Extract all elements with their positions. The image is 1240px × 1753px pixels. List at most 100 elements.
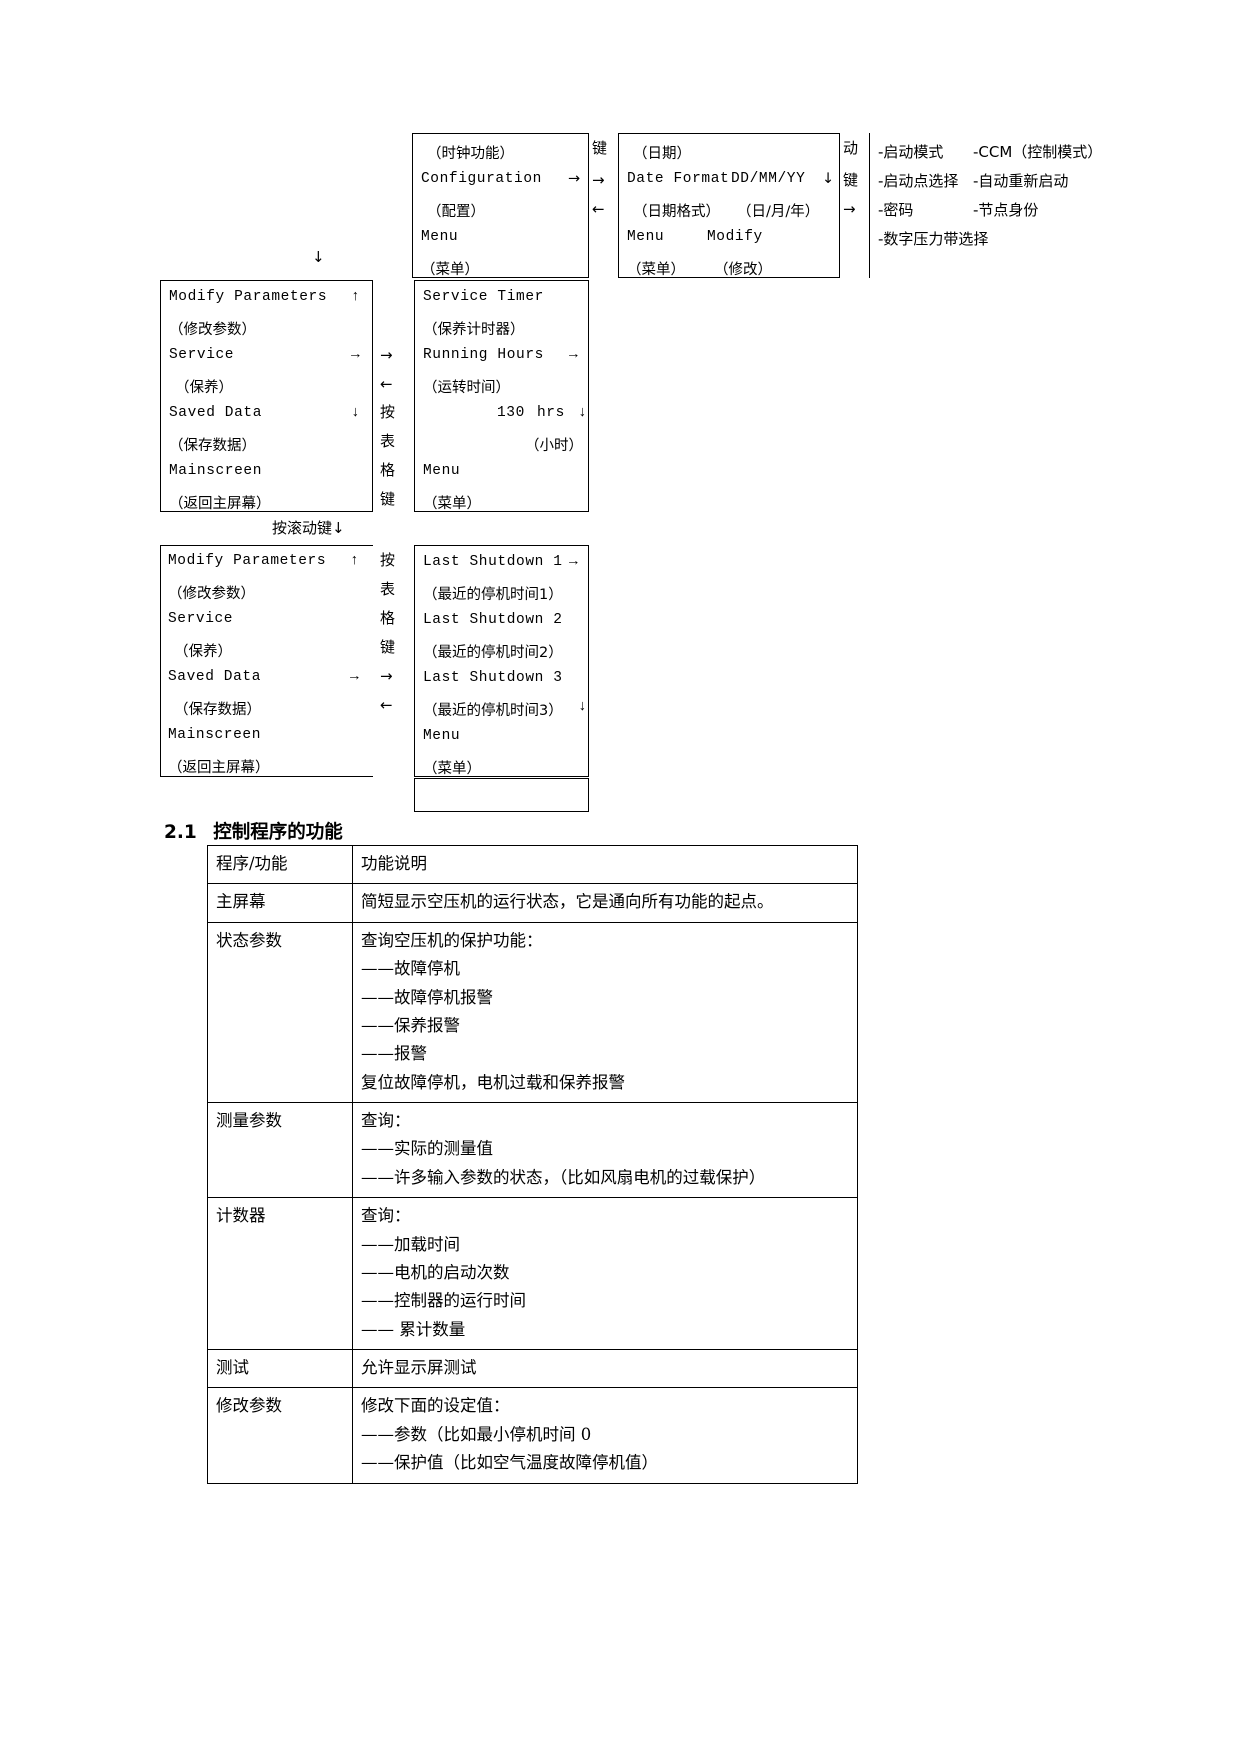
param-row-2-left: -密码 [878,201,914,219]
date-line-menu-cn: （菜单） [627,262,685,278]
row-description: 简短显示空压机的运行状态，它是通向所有功能的起点。 [352,883,858,923]
shutdown-line-3: Last Shutdown 3 [423,670,563,686]
menu1-line-1: （修改参数） [169,322,256,338]
service-hours-unit: hrs [537,405,565,421]
date-line-modify: Modify [707,229,763,245]
row-line: 简短显示空压机的运行状态，它是通向所有功能的起点。 [361,892,774,912]
row-description: 查询： ——加载时间 ——电机的启动次数 ——控制器的运行时间 —— 累计数量 [352,1197,858,1350]
row-name: 测量参数 [207,1101,353,1199]
header-cell-program: 程序/功能 [207,844,353,885]
connector-3-char-0: 按 [380,403,396,421]
scroll-key-note: 按滚动键↓ [272,519,345,537]
row-line: 修改下面的设定值： [361,1396,510,1416]
row-description: 查询空压机的保护功能： ——故障停机 ——故障停机报警 ——保养报警 ——报警 … [352,921,858,1104]
connector-2-char-1: 动 [843,139,859,157]
date-line-format-value: DD/MM/YY [731,171,806,187]
config-line-clock: （时钟功能） [427,146,514,162]
row-description: 修改下面的设定值： ——参数（比如最小停机时间 0 ——保护值（比如空气温度故障… [352,1387,858,1484]
service-line-title-cn: （保养计时器） [423,322,525,338]
service-arrow-down: ↓ [578,405,588,421]
menu-screen-box-1: Modify Parameters ↑ （修改参数） Service → （保养… [160,280,373,512]
param-row-1-left: -启动点选择 [878,172,959,190]
shutdown-line-2-cn: （最近的停机时间2） [423,645,563,661]
section-number: 2.1 [164,822,197,843]
menu2-mark-0: ↑ [350,553,360,569]
menu2-mark-4: → [350,669,360,685]
date-arrow-down: ↓ [822,171,835,187]
configuration-screen-box: （时钟功能） Configuration → （配置） Menu （菜单） [412,133,589,278]
menu1-mark-0: ↑ [351,289,361,305]
row-description: 查询： ——实际的测量值 ——许多输入参数的状态，（比如风扇电机的过载保护） [352,1101,858,1199]
table-row: 主屏幕 简短显示空压机的运行状态，它是通向所有功能的起点。 [207,883,858,923]
menu1-mark-2: → [351,347,361,363]
shutdown-line-1-cn: （最近的停机时间1） [423,587,563,603]
menu2-line-7: （返回主屏幕） [168,760,270,776]
menu1-line-7: （返回主屏幕） [169,496,271,512]
section-heading: 2.1 控制程序的功能 [164,818,343,844]
row-line: ——许多输入参数的状态，（比如风扇电机的过载保护） [361,1167,766,1187]
service-line-running-hours: Running Hours [423,347,544,363]
shutdown-line-1: Last Shutdown 1 [423,554,563,570]
menu1-line-0: Modify Parameters [169,289,328,305]
row-description: 允许显示屏测试 [352,1348,858,1389]
shutdown-line-menu-cn: （菜单） [423,761,481,777]
connector-3-arrow-right: → [380,346,393,364]
row-line: ——控制器的运行时间 [361,1291,526,1311]
service-arrow-right: → [569,347,579,363]
param-row-1-right: -自动重新启动 [973,172,1069,190]
down-arrow-to-menu: ↓ [312,248,325,266]
menu1-line-4: Saved Data [169,405,263,421]
connector-3-arrow-left: ← [380,375,393,393]
connector-3-char-3: 键 [380,490,396,508]
date-format-screen-box: （日期） Date Format DD/MM/YY ↓ （日期格式） （日/月/… [618,133,840,278]
param-row-3-left: -数字压力带选择 [878,230,989,248]
row-line: 查询： [361,1111,411,1130]
row-name: 计数器 [207,1197,353,1350]
date-line-modify-cn: （修改） [714,262,772,278]
row-line: 复位故障停机，电机过载和保养报警 [361,1072,625,1092]
config-line-configuration: Configuration [421,171,542,187]
date-line-format-value-cn: （日/月/年） [737,204,820,220]
service-line-menu-cn: （菜单） [423,496,481,512]
service-line-running-hours-cn: （运转时间） [423,380,510,396]
service-line-title: Service Timer [423,289,544,305]
connector-2-arrow-right: → [843,200,856,218]
connector-1-arrow-left: ← [592,200,605,218]
shutdown-arrow-right: → [569,554,579,570]
row-line: ——保护值（比如空气温度故障停机值） [361,1453,658,1473]
connector-key-1: 键 → ← [592,133,618,278]
document-page: （时钟功能） Configuration → （配置） Menu （菜单） 键 … [0,0,1240,1753]
connector-4-char-0: 按 [380,551,396,569]
shutdown-line-3-cn: （最近的停机时间3） [423,703,563,719]
menu2-top-rule [160,545,373,546]
function-table: 程序/功能 功能说明 主屏幕 简短显示空压机的运行状态，它是通向所有功能的起点。… [207,844,858,1484]
row-line: ——报警 [361,1044,427,1064]
row-line: 查询： [361,1206,411,1226]
table-row: 状态参数 查询空压机的保护功能： ——故障停机 ——故障停机报警 ——保养报警 … [207,921,858,1104]
menu2-line-2: Service [168,611,234,627]
date-line-date: （日期） [633,146,691,162]
connector-1-label: 键 [592,139,608,157]
date-line-format-label-cn: （日期格式） [633,204,720,220]
config-line-menu-cn: （菜单） [421,262,479,278]
row-name: 主屏幕 [207,883,353,923]
connector-4-char-1: 表 [380,580,396,598]
service-hours-value: 130 [497,405,525,421]
connector-key-3: → ← 按 表 格 键 [380,280,408,512]
shutdown-line-menu: Menu [423,728,461,744]
param-list-left-rule [869,133,870,278]
row-line: ——参数（比如最小停机时间 0 [361,1424,592,1444]
service-line-menu: Menu [423,463,461,479]
row-line: ——故障停机报警 [361,987,493,1007]
service-hours-unit-cn: （小时） [525,438,583,454]
param-row-2-right: -节点身份 [973,201,1039,219]
date-line-menu: Menu [627,229,665,245]
param-row-0-right: -CCM（控制模式） [973,143,1103,161]
connector-key-2: 动 键 → [843,133,869,278]
row-name: 测试 [207,1348,353,1389]
row-name: 修改参数 [207,1387,353,1484]
param-row-0-left: -启动模式 [878,143,944,161]
table-row: 测量参数 查询： ——实际的测量值 ——许多输入参数的状态，（比如风扇电机的过载… [207,1101,858,1199]
connector-2-char-2: 键 [843,171,859,189]
menu1-line-6: Mainscreen [169,463,263,479]
